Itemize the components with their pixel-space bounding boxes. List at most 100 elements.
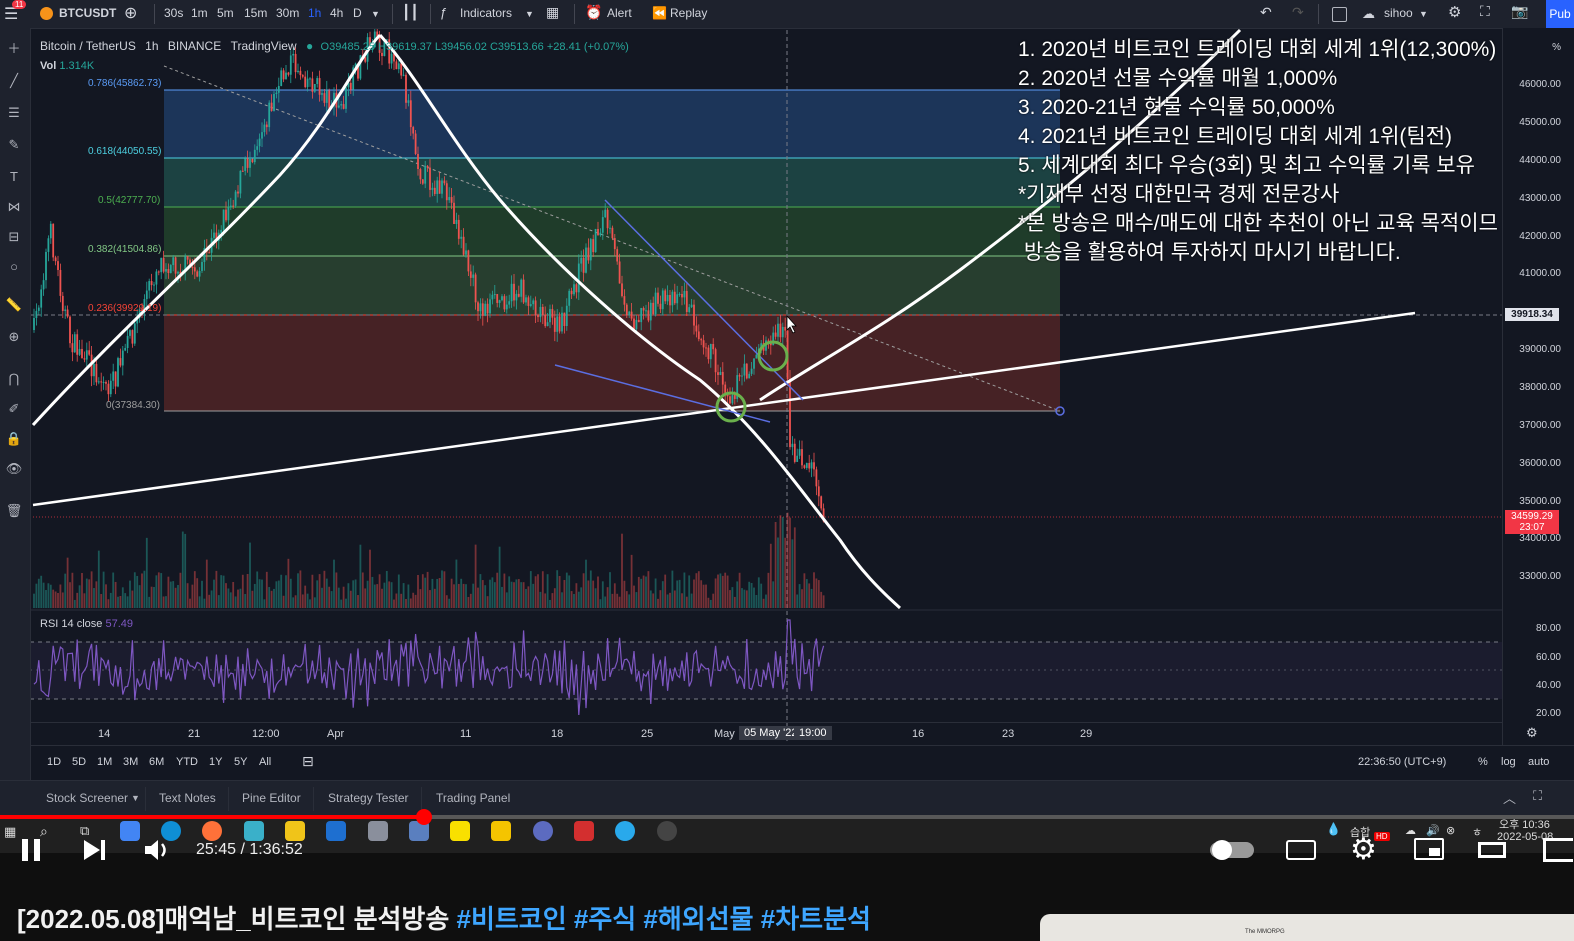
price-axis[interactable]: % 46000.00 45000.00 44000.00 43000.00 42…: [1502, 28, 1574, 745]
layout-icon[interactable]: [1332, 7, 1347, 22]
fullscreen-icon[interactable]: ⛶: [1480, 3, 1490, 20]
scale-auto[interactable]: auto: [1528, 756, 1549, 768]
undo-icon[interactable]: ↶: [1260, 4, 1272, 21]
time-axis[interactable]: 14 21 12:00 Apr 11 18 25 May 05 May '22 …: [30, 722, 1538, 745]
trendline-tool-icon[interactable]: ╱: [4, 72, 24, 90]
interval-15m[interactable]: 15m: [244, 6, 267, 20]
ruler-tool-icon[interactable]: 📏: [4, 296, 24, 314]
stay-drawing-icon[interactable]: ✐: [4, 400, 24, 418]
layout-grid-icon[interactable]: ▦: [546, 4, 559, 21]
pause-icon[interactable]: [22, 839, 28, 861]
range-ytd[interactable]: YTD: [176, 756, 198, 768]
hashtag-link[interactable]: #차트분석: [761, 904, 871, 934]
tab-stock-screener[interactable]: Stock Screener: [46, 791, 128, 805]
scale-log[interactable]: log: [1501, 756, 1516, 768]
range-1y[interactable]: 1Y: [209, 756, 222, 768]
next-icon[interactable]: [82, 838, 108, 862]
video-progress-bar[interactable]: [0, 815, 1574, 819]
range-all[interactable]: All: [259, 756, 271, 768]
range-3m[interactable]: 3M: [123, 756, 138, 768]
candle-body: [563, 312, 566, 327]
shape-tool-icon[interactable]: ○: [4, 258, 24, 276]
volume-bar: [340, 599, 343, 608]
volume-bar: [549, 599, 551, 608]
symbol-search[interactable]: BTCUSDT: [59, 6, 116, 20]
volume-bar: [657, 598, 659, 608]
pattern-tool-icon[interactable]: ⋈: [4, 198, 24, 216]
candle-type-icon[interactable]: ┃┃: [402, 4, 419, 21]
interval-1m[interactable]: 1m: [191, 6, 208, 20]
screener-dropdown-icon[interactable]: ▼: [131, 793, 140, 803]
date-range-icon[interactable]: ⊟: [302, 753, 314, 770]
interval-1h[interactable]: 1h: [308, 6, 321, 20]
measure-tool-icon[interactable]: ⊟: [4, 228, 24, 246]
trash-icon[interactable]: 🗑: [4, 502, 24, 520]
volume-bar: [124, 593, 127, 608]
volume-bar: [786, 512, 789, 608]
hashtag-link[interactable]: #해외선물: [643, 904, 753, 934]
volume-bar: [268, 587, 271, 608]
camera-icon[interactable]: 📷: [1511, 3, 1528, 20]
candle-body: [196, 271, 199, 277]
interval-5m[interactable]: 5m: [217, 6, 234, 20]
candle-body: [397, 63, 400, 70]
interval-30s[interactable]: 30s: [164, 6, 183, 20]
user-dropdown-icon[interactable]: ▼: [1419, 9, 1428, 19]
user-name[interactable]: sihoo: [1384, 6, 1413, 20]
volume-bar: [97, 550, 100, 608]
alert-clock-icon[interactable]: ⏰: [585, 4, 602, 21]
clock-timezone[interactable]: 22:36:50 (UTC+9): [1358, 756, 1446, 768]
axis-settings-gear-icon[interactable]: ⚙: [1526, 725, 1538, 741]
volume-bar: [369, 549, 371, 608]
theater-mode-icon[interactable]: [1478, 842, 1506, 858]
hashtag-link[interactable]: #주식: [574, 904, 636, 934]
indicators-button[interactable]: Indicators: [460, 6, 512, 20]
settings-gear-icon[interactable]: ⚙: [1448, 3, 1461, 21]
volume-bar: [472, 583, 475, 608]
alert-button[interactable]: Alert: [607, 6, 632, 20]
scale-percent[interactable]: %: [1478, 756, 1488, 768]
hashtag-link[interactable]: #비트코인: [456, 904, 566, 934]
candle-body: [400, 63, 403, 76]
range-5d[interactable]: 5D: [72, 756, 86, 768]
panel-maximize-icon[interactable]: ⛶: [1533, 788, 1542, 804]
miniplayer-icon[interactable]: [1414, 838, 1444, 860]
publish-button[interactable]: Pub: [1546, 0, 1574, 28]
volume-icon[interactable]: [143, 838, 171, 862]
subtitles-icon[interactable]: [1286, 840, 1316, 860]
fib-tool-icon[interactable]: ☰: [4, 104, 24, 122]
fullscreen-player-icon[interactable]: [1543, 838, 1573, 862]
tab-pine-editor[interactable]: Pine Editor: [242, 791, 301, 805]
volume-value: 1.314K: [59, 60, 95, 72]
range-1m[interactable]: 1M: [97, 756, 112, 768]
crosshair-tool-icon[interactable]: ＋: [4, 40, 24, 58]
brush-tool-icon[interactable]: ✎: [4, 136, 24, 154]
hide-drawings-icon[interactable]: 👁: [4, 460, 24, 478]
range-6m[interactable]: 6M: [149, 756, 164, 768]
replay-button[interactable]: Replay: [670, 6, 707, 20]
indicators-dropdown-icon[interactable]: ▼: [525, 9, 534, 19]
settings-icon[interactable]: ⚙: [1350, 832, 1377, 867]
redo-icon[interactable]: ↷: [1292, 4, 1304, 21]
range-5y[interactable]: 5Y: [234, 756, 247, 768]
text-tool-icon[interactable]: T: [4, 168, 24, 186]
progress-scrubber[interactable]: [416, 809, 432, 825]
ad-thumbnail[interactable]: The MMORPG: [1040, 914, 1574, 941]
tab-trading-panel[interactable]: Trading Panel: [436, 791, 510, 805]
lock-tool-icon[interactable]: 🔒: [4, 430, 24, 448]
autoplay-toggle[interactable]: [1210, 840, 1254, 860]
panel-collapse-icon[interactable]: ︿: [1503, 788, 1516, 807]
magnet-tool-icon[interactable]: ⋂: [4, 370, 24, 388]
zoom-tool-icon[interactable]: ⊕: [4, 328, 24, 346]
interval-dropdown-icon[interactable]: ▼: [371, 9, 380, 19]
interval-30m[interactable]: 30m: [276, 6, 299, 20]
volume-bar: [57, 593, 59, 608]
tab-strategy-tester[interactable]: Strategy Tester: [328, 791, 408, 805]
interval-4h[interactable]: 4h: [330, 6, 343, 20]
compare-add-icon[interactable]: ⊕: [124, 3, 137, 23]
range-1d[interactable]: 1D: [47, 756, 61, 768]
tab-text-notes[interactable]: Text Notes: [159, 791, 216, 805]
interval-1d[interactable]: D: [353, 6, 362, 20]
replay-icon[interactable]: ⏪: [652, 6, 667, 20]
indicators-icon[interactable]: ƒ: [440, 5, 447, 20]
